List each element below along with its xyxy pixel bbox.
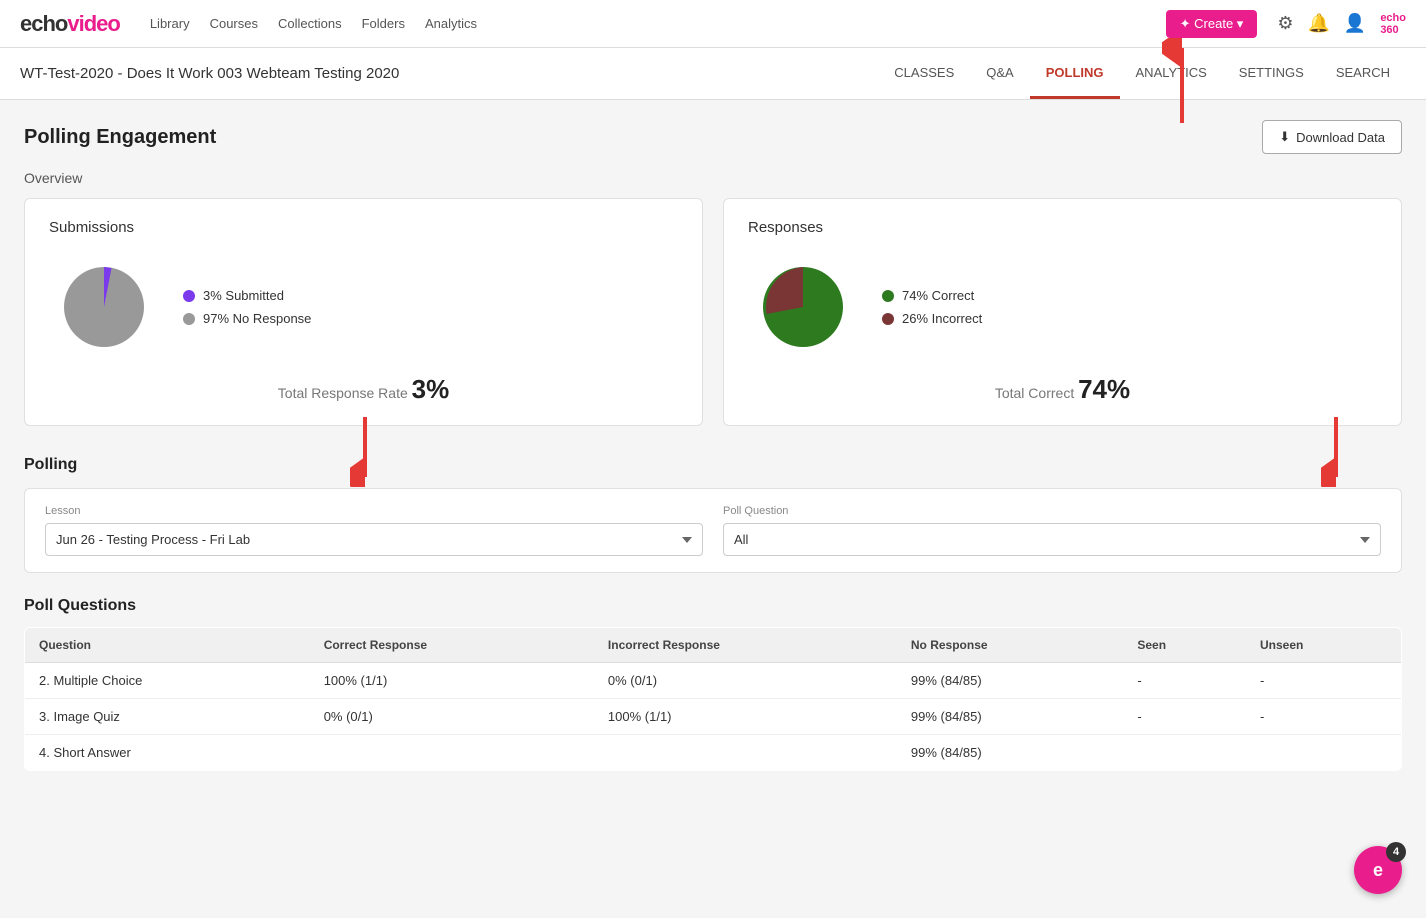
no-response-3: 99% (84/85) [897,735,1123,771]
responses-pie [748,252,858,362]
page-header: Polling Engagement ⬇ Download Data [24,120,1402,154]
col-seen: Seen [1123,628,1246,663]
submissions-legend: 3% Submitted 97% No Response [183,288,311,326]
poll-question-label: Poll Question [723,505,1381,517]
table-row: 2. Multiple Choice 100% (1/1) 0% (0/1) 9… [25,663,1402,699]
submissions-pie-svg [49,252,159,362]
question-2: 3. Image Quiz [25,699,310,735]
responses-chart-body: 74% Correct 26% Incorrect [748,252,1377,362]
col-incorrect-response: Incorrect Response [594,628,897,663]
course-header: WT-Test-2020 - Does It Work 003 Webteam … [0,48,1426,100]
notification-badge[interactable]: e 4 [1354,846,1402,894]
nav-library[interactable]: Library [150,16,190,31]
logo[interactable]: echovideo [20,11,120,37]
annotation-arrow-up [1162,38,1202,128]
correct-1: 100% (1/1) [310,663,594,699]
unseen-2: - [1246,699,1402,735]
tab-qa[interactable]: Q&A [970,49,1029,99]
overview-label: Overview [24,170,1402,186]
lesson-filter-group: Lesson Jun 26 - Testing Process - Fri La… [45,505,703,556]
seen-1: - [1123,663,1246,699]
seen-3 [1123,735,1246,771]
table-row: 4. Short Answer 99% (84/85) [25,735,1402,771]
echo360-logo: echo360 [1380,12,1406,36]
polling-section-title: Polling [24,456,1402,474]
charts-row: Submissions 3% Submitted [24,198,1402,426]
submissions-chart-title: Submissions [49,219,678,236]
responses-chart-footer: Total Correct 74% [748,374,1377,405]
filters-card: Lesson Jun 26 - Testing Process - Fri La… [24,488,1402,573]
no-response-2: 99% (84/85) [897,699,1123,735]
page-title: Polling Engagement [24,126,216,149]
logo-echo: echo [20,11,67,36]
poll-question-select[interactable]: All [723,523,1381,556]
polling-section: Polling Les [24,456,1402,573]
user-icon[interactable]: 👤 [1344,13,1366,34]
correct-dot [882,290,894,302]
poll-questions-table: Question Correct Response Incorrect Resp… [24,627,1402,771]
lesson-label: Lesson [45,505,703,517]
bell-icon[interactable]: 🔔 [1307,13,1329,34]
col-unseen: Unseen [1246,628,1402,663]
responses-pie-svg [748,252,858,362]
question-3: 4. Short Answer [25,735,310,771]
logo-video: video [67,11,119,36]
annotation-arrow-lesson [350,417,380,487]
unseen-1: - [1246,663,1402,699]
submissions-chart-body: 3% Submitted 97% No Response [49,252,678,362]
nav-courses[interactable]: Courses [210,16,258,31]
incorrect-2: 100% (1/1) [594,699,897,735]
nav-links: Library Courses Collections Folders Anal… [150,16,1166,31]
legend-no-response: 97% No Response [183,311,311,326]
incorrect-1: 0% (0/1) [594,663,897,699]
incorrect-dot [882,313,894,325]
poll-questions-title: Poll Questions [24,597,1402,615]
no-response-1: 99% (84/85) [897,663,1123,699]
submissions-chart-footer: Total Response Rate 3% [49,374,678,405]
nav-analytics[interactable]: Analytics [425,16,477,31]
poll-question-filter-group: Poll Question All [723,505,1381,556]
course-title: WT-Test-2020 - Does It Work 003 Webteam … [20,65,399,82]
correct-2: 0% (0/1) [310,699,594,735]
no-response-dot [183,313,195,325]
correct-3 [310,735,594,771]
tab-settings[interactable]: SETTINGS [1223,49,1320,99]
responses-chart-title: Responses [748,219,1377,236]
legend-incorrect: 26% Incorrect [882,311,982,326]
table-row: 3. Image Quiz 0% (0/1) 100% (1/1) 99% (8… [25,699,1402,735]
question-1: 2. Multiple Choice [25,663,310,699]
responses-legend: 74% Correct 26% Incorrect [882,288,982,326]
poll-questions-section: Poll Questions Question Correct Response… [24,597,1402,771]
top-nav: echovideo Library Courses Collections Fo… [0,0,1426,48]
submitted-dot [183,290,195,302]
tab-polling[interactable]: POLLING [1030,49,1120,99]
incorrect-3 [594,735,897,771]
main-content: Polling Engagement ⬇ Download Data [0,100,1426,918]
annotation-arrow-poll-question [1321,417,1351,487]
tab-search[interactable]: SEARCH [1320,49,1406,99]
nav-folders[interactable]: Folders [362,16,405,31]
col-question: Question [25,628,310,663]
submissions-chart-card: Submissions 3% Submitted [24,198,703,426]
legend-submitted: 3% Submitted [183,288,311,303]
nav-collections[interactable]: Collections [278,16,342,31]
nav-icons: ⚙ 🔔 👤 echo360 [1277,12,1406,36]
notification-count: 4 [1386,842,1406,862]
responses-chart-card: Responses [723,198,1402,426]
lesson-select[interactable]: Jun 26 - Testing Process - Fri Lab [45,523,703,556]
download-button[interactable]: ⬇ Download Data [1262,120,1402,154]
col-no-response: No Response [897,628,1123,663]
settings-icon[interactable]: ⚙ [1277,13,1293,34]
submissions-pie [49,252,159,362]
tab-classes[interactable]: CLASSES [878,49,970,99]
notification-icon: e [1373,860,1383,881]
unseen-3 [1246,735,1402,771]
download-icon: ⬇ [1279,129,1290,145]
legend-correct: 74% Correct [882,288,982,303]
seen-2: - [1123,699,1246,735]
create-button[interactable]: ✦ Create ▾ [1166,10,1258,38]
course-tabs: CLASSES Q&A POLLING ANALYTICS SETTINGS S… [878,49,1406,99]
col-correct-response: Correct Response [310,628,594,663]
